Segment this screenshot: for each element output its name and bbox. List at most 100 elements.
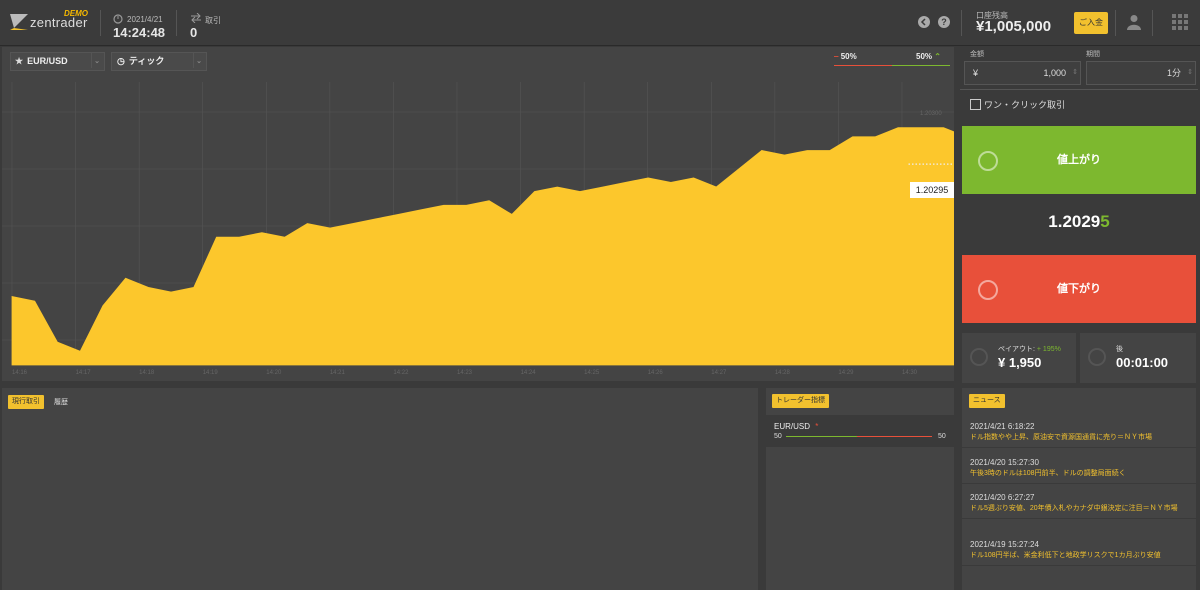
x-tick-label: 14:25 (584, 370, 600, 376)
sentiment-up-value: 50% (916, 52, 933, 61)
period-value: 1分 (1166, 68, 1181, 78)
down-arrow-icon: ‒ (834, 52, 839, 61)
up-arrow-icon: ⌃ (934, 52, 941, 61)
back-button[interactable] (918, 16, 930, 28)
news-time: 2021/4/20 15:27:30 (970, 458, 1039, 467)
x-tick-label: 14:26 (648, 370, 664, 376)
star-marker: * (815, 422, 819, 431)
down-button[interactable]: 値下がり (962, 255, 1196, 323)
x-tick-label: 14:24 (521, 370, 537, 376)
x-tick-label: 14:16 (12, 370, 28, 376)
open-trades-panel: 現行取引 履歴 (2, 388, 758, 590)
news-headline[interactable]: 午後3時のドルは108円前半、ドルの調整局面続く (962, 469, 1196, 483)
y-tick-label: 1.20300 (920, 111, 942, 117)
apps-grid-icon[interactable] (1172, 14, 1188, 30)
x-tick-label: 14:21 (330, 370, 346, 376)
chart-type-dropdown[interactable]: ◷ ティック ⌄ (111, 52, 207, 71)
arrow-left-icon (920, 18, 926, 26)
price-main: 1.2029 (1048, 212, 1101, 231)
current-price-tag: 1.20295 (910, 182, 954, 198)
payout-value: ¥ 1,950 (998, 355, 1042, 370)
news-time: 2021/4/21 6:18:22 (970, 422, 1035, 431)
user-icon[interactable] (1127, 14, 1141, 30)
current-price: 1.20295 (962, 212, 1196, 232)
stopwatch-icon (1088, 348, 1106, 366)
timer-icon: ◷ (117, 56, 125, 66)
time-value: 00:01:00 (1116, 355, 1169, 370)
divider (1152, 10, 1153, 36)
pair-dropdown[interactable]: ★ EUR/USD ⌄ (10, 52, 105, 71)
date-label: 2021/4/21 (127, 15, 163, 24)
one-click-checkbox[interactable] (970, 99, 981, 110)
sentiment-row (766, 415, 954, 447)
news-item[interactable]: 2021/4/20 15:27:30 午後3時のドルは108円前半、ドルの調整局… (962, 452, 1196, 484)
sentiment-up: 50% ⌃ (916, 52, 941, 61)
price-area (11, 127, 954, 366)
divider (100, 10, 101, 36)
stepper-icon[interactable]: ⇕ (1072, 62, 1078, 84)
sentiment-bar-red (857, 436, 932, 437)
trades-label: 取引 (205, 16, 221, 25)
news-headline[interactable]: ドル108円半ば、米金利低下と地政学リスクで1カ月ぶり安値 (962, 551, 1196, 565)
payout-percent: + 195% (1036, 346, 1061, 353)
sentiment-down-value: 50% (840, 52, 857, 61)
payout-label-row: ペイアウト: + 195% (998, 346, 1061, 353)
top-header: zentrader DEMO 2021/4/21 14:24:48 取引 0 ?… (0, 0, 1200, 46)
news-time: 2021/4/20 6:27:27 (970, 493, 1035, 502)
timer-box: 後 00:01:00 (1080, 333, 1196, 383)
news-headline[interactable]: ドル5週ぶり安値、20年債入札やカナダ中銀決定に注目＝ＮＹ市場 (962, 504, 1196, 518)
news-title: ニュース (969, 394, 1005, 408)
payout-box: ペイアウト: + 195% ¥ 1,950 (962, 333, 1076, 383)
x-tick-label: 14:27 (711, 370, 727, 376)
divider (960, 89, 1198, 90)
period-label: 期間 (1086, 51, 1100, 58)
x-tick-label: 14:22 (393, 370, 409, 376)
stepper-icon[interactable]: ⇕ (1187, 62, 1193, 84)
demo-badge: DEMO (64, 9, 88, 18)
trader-sentiment-panel: トレーダー指標 EUR/USD * 50 50 (766, 388, 954, 590)
x-tick-label: 14:17 (76, 370, 92, 376)
deposit-button[interactable]: ご入金 (1074, 12, 1108, 34)
x-tick-label: 14:23 (457, 370, 473, 376)
sentiment-bar-up (892, 65, 950, 66)
sentiment-bar-green (786, 436, 857, 437)
currency-symbol: ¥ (973, 68, 979, 78)
sentiment-pair-label: EUR/USD (774, 422, 811, 431)
period-input[interactable]: 1分 ⇕ (1086, 61, 1196, 85)
tab-history[interactable]: 履歴 (54, 397, 68, 407)
news-item[interactable]: 2021/4/20 6:27:27 ドル5週ぶり安値、20年債入札やカナダ中銀決… (962, 487, 1196, 519)
chart-panel: ★ EUR/USD ⌄ ◷ ティック ⌄ ‒ 50% 50% ⌃ 14:16 14:1… (2, 47, 954, 381)
chevron-down-icon: ⌄ (91, 53, 102, 68)
logo-icon (10, 14, 28, 30)
tab-open-trades[interactable]: 現行取引 (8, 395, 44, 409)
sentiment-pair: EUR/USD * (774, 422, 818, 431)
news-time: 2021/4/19 15:27:24 (970, 540, 1039, 549)
chart-type-value: ティック (128, 56, 165, 66)
price-chart[interactable]: 14:16 14:17 14:18 14:19 14:20 14:21 14:22 14:23… (2, 80, 954, 381)
x-tick-label: 14:19 (203, 370, 219, 376)
arrow-down-right-icon (978, 280, 998, 300)
divider (1115, 10, 1116, 36)
x-tick-label: 14:30 (902, 370, 918, 376)
payout-label: ペイアウト (998, 346, 1033, 353)
sentiment-bar-down (834, 65, 892, 66)
news-panel: ニュース 2021/4/21 6:18:22 ドル指数やや上昇、原油安で資源国通… (962, 388, 1196, 590)
arrow-up-right-icon (978, 151, 998, 171)
news-item[interactable]: 2021/4/19 15:27:24 ドル108円半ば、米金利低下と地政学リスク… (962, 534, 1196, 566)
amount-label: 金額 (970, 51, 984, 58)
news-headline[interactable]: ドル指数やや上昇、原油安で資源国通貨に売り＝ＮＹ市場 (962, 433, 1196, 447)
x-tick-label: 14:18 (139, 370, 155, 376)
amount-input[interactable]: ¥ 1,000 ⇕ (964, 61, 1081, 85)
sentiment-left-value: 50 (774, 433, 782, 440)
star-icon: ★ (15, 56, 24, 66)
help-button[interactable]: ? (938, 16, 950, 28)
one-click-label: ワン・クリック取引 (984, 100, 1066, 110)
trader-sentiment-title: トレーダー指標 (772, 394, 829, 408)
up-button[interactable]: 値上がり (962, 126, 1196, 194)
divider (176, 10, 177, 36)
news-item[interactable]: 2021/4/21 6:18:22 ドル指数やや上昇、原油安で資源国通貨に売り＝… (962, 416, 1196, 448)
time-label: 14:24:48 (113, 25, 166, 40)
x-tick-label: 14:20 (266, 370, 282, 376)
clock-icon (113, 14, 123, 24)
pair-value: EUR/USD (27, 56, 68, 66)
